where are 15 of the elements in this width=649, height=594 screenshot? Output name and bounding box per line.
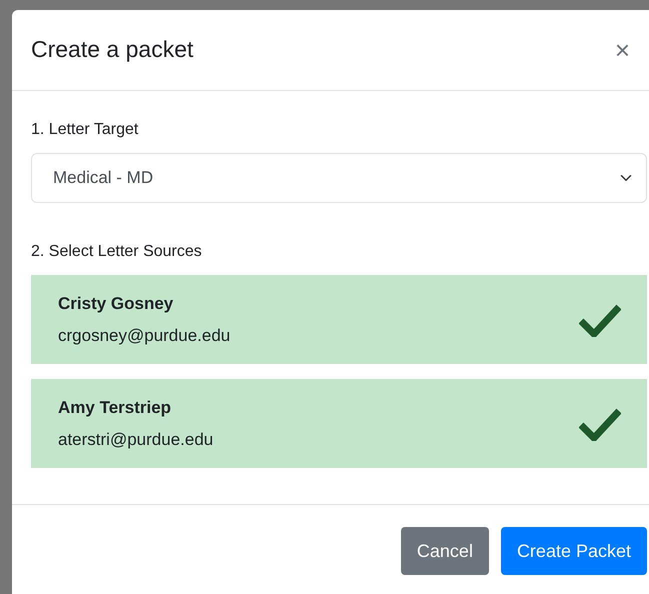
source-name: Amy Terstriep xyxy=(58,397,172,419)
source-email: aterstri@purdue.edu xyxy=(58,428,214,450)
cancel-button[interactable]: Cancel xyxy=(400,527,489,575)
modal-title: Create a packet xyxy=(31,36,194,64)
field-label: 1. Letter Target xyxy=(31,120,140,140)
section-label: 2. Select Letter Sources xyxy=(31,242,203,262)
source-card[interactable]: Cristy Gosney crgosney@purdue.edu xyxy=(31,275,647,364)
checkmark-icon xyxy=(579,302,621,336)
create-button[interactable]: Create Packet xyxy=(500,527,647,575)
source-name: Cristy Gosney xyxy=(58,293,174,315)
target-select[interactable]: Medical - MD xyxy=(31,153,647,203)
close-button[interactable]: × xyxy=(614,37,630,63)
source-email: crgosney@purdue.edu xyxy=(58,324,230,346)
checkmark-icon xyxy=(579,406,621,440)
source-card[interactable]: Amy Terstriep aterstri@purdue.edu xyxy=(31,379,647,468)
